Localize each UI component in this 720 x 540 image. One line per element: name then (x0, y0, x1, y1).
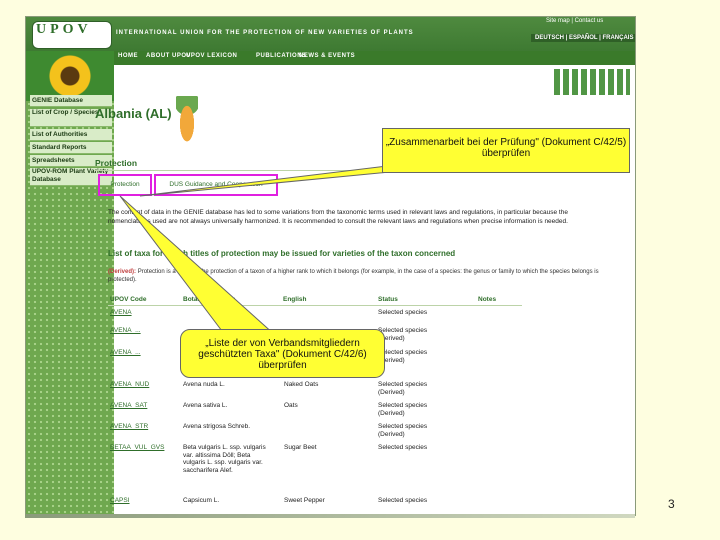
callout-top: „Zusammenarbeit bei der Prüfung" (Dokume… (382, 128, 630, 173)
callout-pointers (119, 164, 412, 336)
screenshot-bottom-edge (25, 514, 635, 518)
callout-bottom: „Liste der von Verbandsmitgliedern gesch… (180, 329, 385, 378)
bottom-callout-pointer (119, 195, 277, 336)
top-callout-pointer (139, 164, 412, 197)
slide-number: 3 (668, 497, 675, 511)
